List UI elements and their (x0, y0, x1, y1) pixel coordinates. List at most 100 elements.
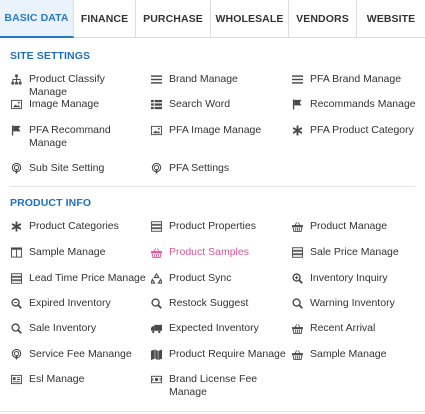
tab-wholesale[interactable]: WHOLESALE (211, 0, 289, 38)
menu-item-search-word[interactable]: Search Word (151, 98, 230, 111)
menu-item-product-manage[interactable]: Product Manage (292, 220, 387, 233)
zoom-in-icon (292, 273, 303, 284)
menu-item-esl-manage[interactable]: Esl Manage (11, 373, 84, 386)
module-tab-bar: BASIC DATA FINANCE PURCHASE WHOLESALE VE… (0, 0, 425, 38)
columns-icon (11, 247, 22, 258)
search-icon (292, 298, 303, 309)
basket-icon (292, 323, 303, 334)
menu-item-product-properties[interactable]: Product Properties (151, 220, 256, 233)
menu-item-pfa-recommand-manage[interactable]: PFA Recommand Manage (11, 124, 129, 150)
menu-item-restock-suggest[interactable]: Restock Suggest (151, 297, 248, 310)
menu-item-label: Sale Price Manage (310, 246, 399, 258)
server-icon (11, 273, 22, 284)
bottom-border (0, 411, 425, 412)
menu-item-label: PFA Settings (169, 162, 230, 174)
search-icon (11, 323, 22, 334)
flag-icon (292, 99, 303, 110)
menu-item-label: Sample Manage (29, 246, 106, 258)
list-icon (292, 74, 303, 85)
list-alt-icon (151, 99, 162, 110)
menu-item-label: PFA Recommand Manage (29, 124, 111, 149)
menu-item-label: Warning Inventory (310, 297, 395, 309)
menu-item-label: Recent Arrival (310, 322, 376, 334)
menu-item-product-samples[interactable]: Product Samples (151, 246, 249, 259)
basket-icon (292, 349, 303, 360)
list-icon (151, 74, 162, 85)
recycle-icon (151, 273, 162, 284)
menu-item-image-manage[interactable]: Image Manage (11, 98, 99, 111)
menu-item-label: PFA Image Manage (169, 124, 262, 136)
tab-finance[interactable]: FINANCE (74, 0, 136, 38)
section-divider (10, 186, 415, 187)
podcast-icon (11, 163, 22, 174)
menu-item-sub-site-setting[interactable]: Sub Site Setting (11, 162, 104, 175)
menu-item-label: PFA Product Category (310, 124, 414, 136)
menu-item-label: Expired Inventory (29, 297, 111, 309)
zoom-in-icon (11, 298, 22, 309)
tab-basic-data[interactable]: BASIC DATA (0, 0, 74, 38)
menu-item-label: Lead Time Price Manage (29, 272, 146, 284)
asterisk-icon (292, 125, 303, 136)
basket-icon (292, 221, 303, 232)
basket-icon (151, 247, 162, 258)
menu-item-sale-price-manage[interactable]: Sale Price Manage (292, 246, 399, 259)
menu-item-product-sync[interactable]: Product Sync (151, 272, 231, 285)
menu-item-expired-inventory[interactable]: Expired Inventory (11, 297, 111, 310)
search-icon (151, 298, 162, 309)
menu-item-service-fee-manange[interactable]: Service Fee Manange (11, 348, 132, 361)
menu-item-brand-license-fee-manage[interactable]: Brand License Fee Manage (151, 373, 269, 399)
image-icon (11, 99, 22, 110)
menu-item-warning-inventory[interactable]: Warning Inventory (292, 297, 395, 310)
menu-item-label: Esl Manage (29, 373, 85, 385)
menu-item-label: PFA Brand Manage (310, 73, 402, 85)
map-icon (151, 349, 162, 360)
menu-item-product-require-manage[interactable]: Product Require Manage (151, 348, 286, 361)
tab-vendors[interactable]: VENDORS (289, 0, 357, 38)
money-icon (151, 374, 162, 385)
menu-item-product-categories[interactable]: Product Categories (11, 220, 119, 233)
menu-item-label: Sub Site Setting (29, 162, 105, 174)
menu-item-lead-time-price-manage[interactable]: Lead Time Price Manage (11, 272, 146, 285)
menu-item-pfa-settings[interactable]: PFA Settings (151, 162, 229, 175)
tab-website[interactable]: WEBSITE (357, 0, 425, 38)
menu-item-pfa-brand-manage[interactable]: PFA Brand Manage (292, 73, 401, 86)
menu-item-sale-inventory[interactable]: Sale Inventory (11, 322, 96, 335)
menu-item-expected-inventory[interactable]: Expected Inventory (151, 322, 259, 335)
menu-item-inventory-inquiry[interactable]: Inventory Inquiry (292, 272, 388, 285)
menu-item-brand-manage[interactable]: Brand Manage (151, 73, 238, 86)
menu-item-label: Product Manage (310, 220, 388, 232)
truck-icon (151, 323, 162, 334)
server-icon (151, 221, 162, 232)
podcast-icon (151, 163, 162, 174)
menu-item-recent-arrival[interactable]: Recent Arrival (292, 322, 375, 335)
menu-item-label: Service Fee Manange (29, 348, 132, 360)
sitemap-icon (11, 74, 22, 85)
podcast-icon (11, 349, 22, 360)
asterisk-icon (11, 221, 22, 232)
menu-item-recommands-manage[interactable]: Recommands Manage (292, 98, 416, 111)
tab-purchase[interactable]: PURCHASE (136, 0, 211, 38)
menu-item-label: Sample Manage (310, 348, 387, 360)
menu-item-label: Product Properties (169, 220, 256, 232)
menu-item-label: Inventory Inquiry (310, 272, 388, 284)
section-title-site-settings: SITE SETTINGS (10, 50, 91, 62)
menu-item-label: Product Sync (169, 272, 232, 284)
menu-item-label: Expected Inventory (169, 322, 259, 334)
menu-item-sample-manage-2[interactable]: Sample Manage (292, 348, 386, 361)
id-card-icon (11, 374, 22, 385)
menu-item-label: Product Samples (169, 246, 249, 258)
menu-item-label: Restock Suggest (169, 297, 249, 309)
menu-item-product-classify-manage[interactable]: Product Classify Manage (11, 73, 141, 99)
flag-icon (11, 125, 22, 136)
menu-item-label: Sale Inventory (29, 322, 97, 334)
menu-item-label: Brand Manage (169, 73, 238, 85)
menu-item-pfa-image-manage[interactable]: PFA Image Manage (151, 124, 261, 137)
image-icon (151, 125, 162, 136)
menu-item-label: Recommands Manage (310, 98, 416, 110)
menu-item-sample-manage[interactable]: Sample Manage (11, 246, 105, 259)
menu-item-label: Brand License Fee Manage (169, 373, 258, 398)
menu-item-label: Product Classify Manage (29, 73, 105, 98)
menu-item-label: Image Manage (29, 98, 100, 110)
menu-item-label: Search Word (169, 98, 231, 110)
menu-item-pfa-product-category[interactable]: PFA Product Category (292, 124, 414, 137)
